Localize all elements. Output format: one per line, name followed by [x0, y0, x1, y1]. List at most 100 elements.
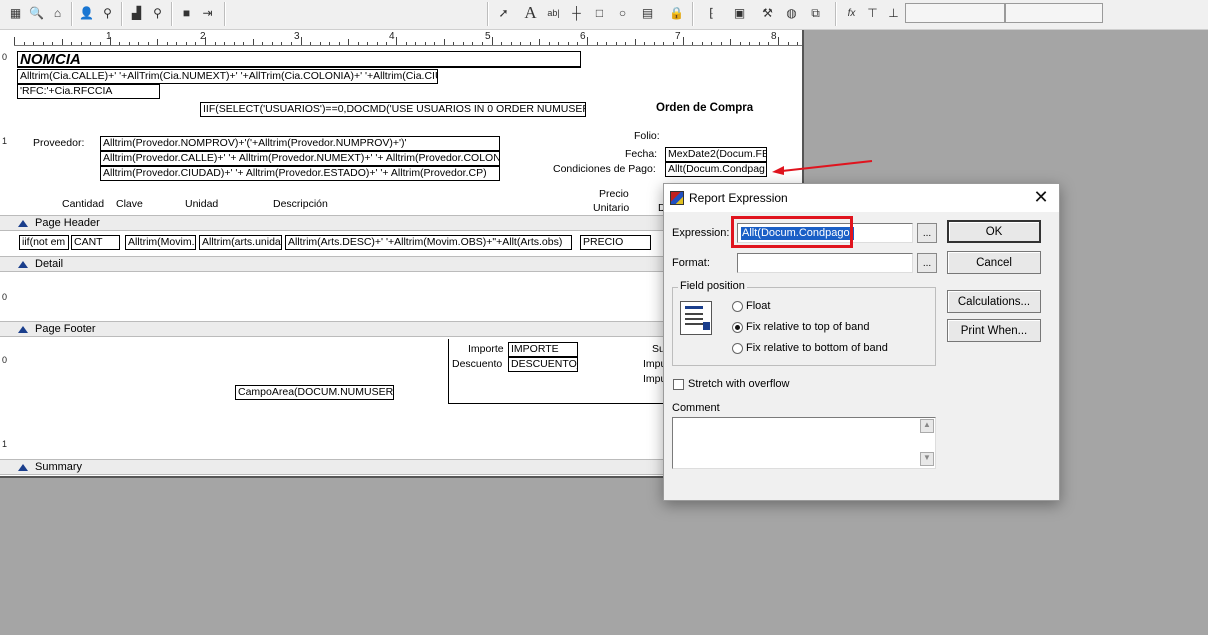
iif-expression-field[interactable]: IIF(SELECT('USUARIOS')==0,DOCMD('USE USU…	[200, 102, 586, 117]
close-icon[interactable]: ✕	[1031, 187, 1051, 207]
open-report-icon[interactable]: ⌂	[48, 3, 67, 23]
tools-icon[interactable]: ⚒	[758, 3, 777, 23]
radio-fix-top[interactable]	[732, 322, 743, 333]
ruler-tick	[653, 42, 655, 45]
cancel-button[interactable]: Cancel	[947, 251, 1041, 274]
ruler-tick	[510, 42, 512, 45]
ruler-number: 4	[389, 31, 395, 42]
ruler-tick	[415, 42, 417, 45]
scroll-up-icon[interactable]: ▲	[920, 419, 934, 433]
ruler-tick	[233, 42, 235, 45]
user-icon[interactable]: 👤	[77, 3, 96, 23]
ruler-tick	[176, 42, 178, 45]
ruler-number: 8	[771, 31, 777, 42]
ruler-tick	[271, 42, 273, 45]
text-icon[interactable]: A	[521, 3, 540, 23]
ok-button[interactable]: OK	[947, 220, 1041, 243]
toolbar-field-2[interactable]	[1005, 3, 1103, 23]
ruler-number: 5	[485, 31, 491, 42]
campo-area-field[interactable]: CampoArea(DOCUM.NUMUSER,'	[235, 385, 394, 400]
nomcia-field[interactable]: NOMCIA	[17, 51, 581, 68]
print-when-button[interactable]: Print When...	[947, 319, 1041, 342]
horizontal-ruler: 1 2 3 4 5 6 7 8	[14, 30, 802, 46]
descuento-field[interactable]: DESCUENTO_	[508, 357, 578, 372]
field-icon[interactable]: ab|	[544, 3, 563, 23]
variables-icon[interactable]: ▣	[730, 3, 749, 23]
ruler-tick	[625, 42, 627, 45]
fecha-field[interactable]: MexDate2(Docum.FE	[665, 147, 767, 162]
detail-descripcion-field[interactable]: Alltrim(Arts.DESC)+' '+Alltrim(Movim.OBS…	[285, 235, 572, 250]
ruler-tick	[672, 42, 674, 45]
bar-chart-icon[interactable]: ▟	[127, 3, 146, 23]
detail-unidad-field[interactable]: Alltrim(arts.unida	[199, 235, 282, 250]
ruler-tick	[214, 42, 216, 45]
ruler-tick	[644, 42, 646, 45]
stretch-checkbox[interactable]	[673, 379, 684, 390]
comment-textarea[interactable]	[672, 417, 936, 469]
band-label: Summary	[35, 461, 83, 473]
condiciones-label: Condiciones de Pago:	[553, 163, 656, 175]
proveedor-name-field[interactable]: Alltrim(Provedor.NOMPROV)+'('+Alltrim(Pr…	[100, 136, 500, 151]
detail-precio-field[interactable]: PRECIO	[580, 235, 651, 250]
ruler-tick	[405, 42, 407, 45]
ruler-tick	[157, 39, 159, 45]
align-top-icon[interactable]: ⊤	[863, 3, 882, 23]
rounded-rectangle-icon[interactable]: ○	[613, 3, 632, 23]
band-label: Detail	[35, 258, 64, 270]
ruler-tick	[224, 42, 226, 45]
importe-field[interactable]: IMPORTE	[508, 342, 578, 357]
detail-clave-field[interactable]: Alltrim(Movim.	[125, 235, 196, 250]
ruler-number: 3	[294, 31, 300, 42]
ruler-number: 7	[675, 31, 681, 42]
detail-cant-field[interactable]: CANT	[71, 235, 120, 250]
stop-icon[interactable]: ■	[177, 3, 196, 23]
ruler-tick	[33, 42, 35, 45]
format-input[interactable]	[737, 253, 913, 273]
radio-float[interactable]	[732, 301, 743, 312]
ruler-tick	[787, 42, 789, 45]
ruler-tick	[195, 42, 197, 45]
dialog-titlebar[interactable]: Report Expression ✕	[664, 184, 1059, 212]
folio-label: Folio:	[634, 130, 660, 142]
rfc-field[interactable]: 'RFC:'+Cia.RFCCIA	[17, 84, 160, 99]
ruler-tick	[396, 37, 397, 45]
lock-icon[interactable]: 🔒	[667, 3, 686, 23]
format-builder-button[interactable]: ...	[917, 253, 937, 273]
proveedor-address-field[interactable]: Alltrim(Provedor.CALLE)+' '+ Alltrim(Pro…	[100, 151, 500, 166]
ruler-tick	[453, 42, 455, 45]
col-unidad-label: Unidad	[185, 198, 219, 210]
cia-address-field[interactable]: Alltrim(Cia.CALLE)+' '+AllTrim(Cia.NUMEX…	[17, 69, 438, 84]
pointer-icon[interactable]: ➚	[494, 3, 513, 23]
ruler-tick	[138, 42, 140, 45]
ruler-tick	[290, 42, 292, 45]
expression-builder-button[interactable]: ...	[917, 223, 937, 243]
ruler-tick	[329, 42, 331, 45]
ruler-tick	[338, 42, 340, 45]
band-triangle-icon	[18, 325, 28, 333]
page-setup-icon[interactable]: ▦	[6, 3, 25, 23]
toolbar-field-1[interactable]	[905, 3, 1005, 23]
radio-fix-bottom[interactable]	[732, 343, 743, 354]
picture-icon[interactable]: ▤	[638, 3, 657, 23]
magnifier-icon[interactable]: ⚲	[148, 3, 167, 23]
search-icon[interactable]: ⚲	[98, 3, 117, 23]
function-icon[interactable]: fx	[842, 3, 861, 23]
zoom-icon[interactable]: 🔍	[27, 3, 46, 23]
globe-icon[interactable]: ◍	[782, 3, 801, 23]
condiciones-field[interactable]: Allt(Docum.Condpag	[665, 162, 767, 177]
detail-iif-field[interactable]: iif(not em	[19, 235, 69, 250]
layout-icon[interactable]: ⧉	[806, 3, 825, 23]
calculations-button[interactable]: Calculations...	[947, 290, 1041, 313]
scroll-down-icon[interactable]: ▼	[920, 452, 934, 466]
ruler-tick	[529, 42, 531, 45]
ruler-tick	[90, 42, 92, 45]
ruler-tick	[71, 42, 73, 45]
align-bottom-icon[interactable]: ⊥	[884, 3, 903, 23]
exit-icon[interactable]: ⇥	[198, 3, 217, 23]
ruler-number: 6	[580, 31, 586, 42]
data-grouping-icon[interactable]: ⁅	[702, 3, 721, 23]
ruler-tick	[472, 42, 474, 45]
proveedor-city-field[interactable]: Alltrim(Provedor.CIUDAD)+' '+ Alltrim(Pr…	[100, 166, 500, 181]
line-icon[interactable]: ┼	[567, 3, 586, 23]
rectangle-icon[interactable]: □	[590, 3, 609, 23]
